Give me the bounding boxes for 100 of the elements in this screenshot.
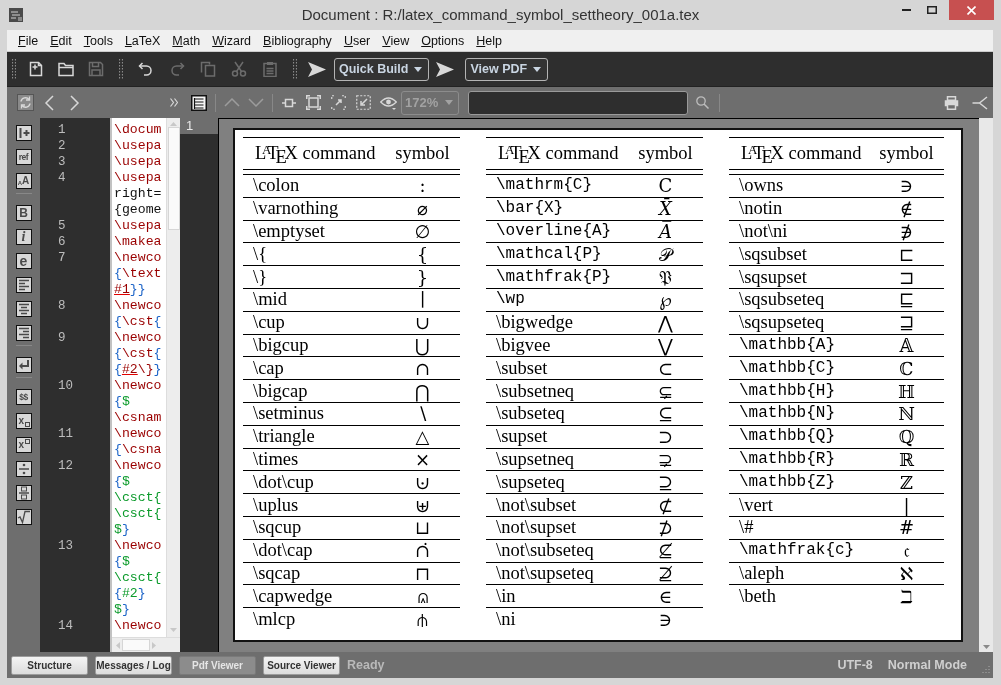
menu-item[interactable]: Wizard — [206, 30, 258, 51]
menu-item[interactable]: Options — [415, 30, 471, 51]
grip-handle[interactable] — [292, 59, 297, 79]
command-cell-text: \not\subset — [495, 494, 578, 516]
reference-button[interactable]: ref — [15, 149, 32, 165]
command-cell-text: \cap — [252, 357, 285, 379]
chevron-left-icon[interactable] — [44, 94, 54, 111]
line-number: 1 — [58, 123, 66, 137]
command-cell-text: \owns — [738, 175, 785, 197]
list-icon[interactable] — [191, 94, 207, 111]
menu-item[interactable]: LaTeX — [118, 30, 167, 51]
mode-label: Normal Mode — [887, 656, 967, 674]
fit-page-icon[interactable] — [306, 95, 321, 110]
code-line: \usepa — [114, 170, 163, 186]
expand-icon[interactable] — [331, 95, 346, 110]
fraction-icon[interactable] — [15, 485, 32, 501]
panel-tab[interactable]: Structure — [11, 655, 88, 675]
new-document-icon[interactable] — [28, 61, 44, 77]
resize-grip-icon[interactable] — [981, 664, 990, 674]
return-icon[interactable] — [15, 357, 32, 373]
line-number: 14 — [58, 619, 73, 633]
command-cell-text: \sqsubseteq — [738, 289, 826, 311]
code-line: \csct{ — [114, 490, 163, 506]
font-size-button[interactable]: $_{A}$A — [15, 173, 32, 189]
menu-item[interactable]: Help — [470, 30, 508, 51]
symbol-cell-text: ℵ — [898, 562, 915, 584]
code-line: \newco — [114, 330, 163, 346]
menu-item[interactable]: Bibliography — [257, 30, 338, 51]
search-field[interactable] — [468, 90, 688, 115]
caret-down-icon — [533, 66, 542, 72]
command-cell-text: \subseteq — [495, 403, 566, 425]
menu-item[interactable]: View — [376, 30, 416, 51]
align-right-icon[interactable] — [15, 325, 32, 341]
scrollbar-thumb[interactable] — [122, 639, 150, 651]
command-cell-text: \mathfrak{P} — [495, 266, 613, 288]
symbol-cell-text: ⊒ — [897, 312, 916, 334]
chevron-right-icon[interactable] — [70, 94, 80, 111]
menu-item[interactable]: User — [337, 30, 377, 51]
align-left-icon[interactable] — [15, 277, 32, 293]
code-line: \newco — [114, 538, 163, 554]
scrollbar[interactable] — [166, 118, 180, 637]
symbol-cell-text: △ — [414, 426, 431, 448]
math-button[interactable]: $$ — [15, 389, 32, 405]
emphasis-button[interactable]: e — [15, 253, 32, 269]
code-line: {\text — [114, 266, 163, 282]
command-cell-text: \mathbb{N} — [738, 403, 836, 425]
code-line: \newco — [114, 458, 163, 474]
scrollbar-thumb[interactable] — [167, 127, 180, 230]
panel-tab[interactable]: Source Viewer — [263, 655, 340, 675]
dropdown-button[interactable]: View PDF — [465, 57, 549, 81]
symbol-cell-text: 𝐴̅ — [656, 221, 673, 242]
dropdown-button[interactable]: Quick Build — [334, 57, 430, 81]
printer-icon[interactable] — [944, 95, 959, 110]
symbol-cell-text: ℚ — [897, 426, 916, 448]
undo-icon[interactable] — [137, 61, 154, 77]
double-chevron-icon[interactable] — [170, 98, 178, 107]
folder-icon[interactable] — [58, 61, 74, 77]
symbol-cell-text: ℝ — [898, 448, 915, 470]
bold-button[interactable]: B — [15, 205, 32, 221]
play-arrow-icon[interactable] — [308, 60, 326, 78]
code-line: \usepa — [114, 138, 163, 154]
symbol-cell-text: C — [657, 175, 674, 197]
sync-icon[interactable] — [17, 94, 34, 111]
grip-handle[interactable] — [118, 59, 123, 79]
scroll-down-icon[interactable] — [982, 645, 990, 649]
symbol-cell-text: ∣ — [418, 289, 427, 311]
panel-tab[interactable]: Messages / Log — [95, 655, 172, 675]
scrollbar[interactable] — [112, 637, 180, 652]
align-center-icon[interactable] — [15, 301, 32, 317]
superscript-button[interactable]: x — [15, 437, 32, 453]
line-number: 13 — [58, 539, 73, 553]
shrink-icon[interactable] — [356, 95, 371, 110]
code-line: right= — [114, 186, 163, 202]
search-icon[interactable] — [696, 96, 709, 109]
code-line: {#2\}} — [114, 362, 163, 378]
command-cell-text: \aleph — [738, 562, 786, 584]
italic-button[interactable]: i — [15, 229, 32, 245]
square-root-icon[interactable] — [15, 509, 32, 525]
command-cell-text: \not\subseteq — [495, 540, 595, 562]
fit-width-icon[interactable] — [282, 96, 296, 109]
symbol-cell-text: ⊈ — [656, 540, 675, 562]
divide-icon[interactable] — [15, 461, 32, 477]
scrollbar[interactable] — [979, 118, 993, 652]
code-line: {geome — [114, 202, 163, 218]
code-line: \newco — [114, 250, 163, 266]
menu-item[interactable]: Math — [166, 30, 207, 51]
branch-icon[interactable] — [972, 95, 988, 110]
symbol-cell-text: ∩ — [413, 357, 432, 379]
command-cell-text: \bigcap — [252, 380, 309, 402]
subscript-button[interactable]: x — [15, 413, 32, 429]
menu-item[interactable]: File — [12, 30, 45, 51]
menu-item[interactable]: Edit — [44, 30, 78, 51]
code-line: $} — [114, 602, 131, 618]
grip-handle[interactable] — [12, 59, 16, 79]
code-line: \csct{ — [114, 570, 163, 586]
command-cell-text: \sqsupseteq — [738, 312, 826, 334]
menu-item[interactable]: Tools — [77, 30, 119, 51]
play-arrow-icon[interactable] — [436, 60, 455, 78]
caret-down-icon — [445, 100, 453, 105]
eye-icon[interactable] — [380, 95, 397, 110]
